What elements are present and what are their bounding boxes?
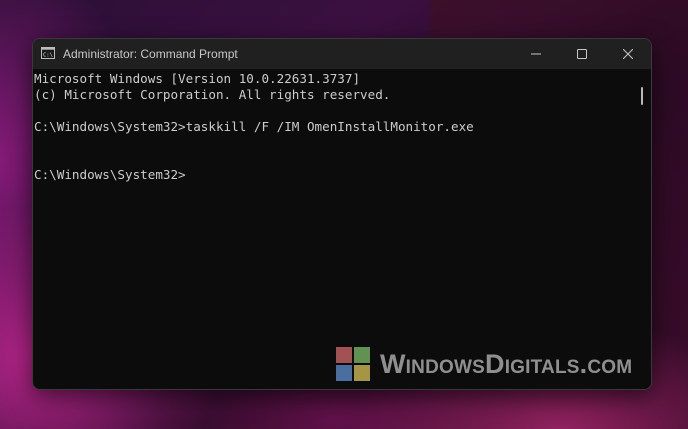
window-controls — [513, 39, 651, 69]
maximize-icon — [577, 49, 587, 59]
vertical-scrollbar[interactable] — [633, 69, 651, 389]
watermark-text: WindowsDigitals.com — [380, 348, 633, 379]
console-line: C:\Windows\System32>taskkill /F /IM Omen… — [34, 119, 474, 134]
minimize-button[interactable] — [513, 39, 559, 69]
console-prompt-line: C:\Windows\System32> — [34, 167, 186, 182]
console-output[interactable]: Microsoft Windows [Version 10.0.22631.37… — [33, 69, 633, 389]
minimize-icon — [531, 53, 541, 55]
close-icon — [623, 49, 633, 59]
command-prompt-icon: C:\ — [41, 47, 55, 59]
watermark: WindowsDigitals.com — [336, 345, 632, 383]
scrollbar-thumb[interactable] — [641, 87, 643, 105]
close-button[interactable] — [605, 39, 651, 69]
svg-text:C:\: C:\ — [43, 52, 53, 58]
console-line: Microsoft Windows [Version 10.0.22631.37… — [34, 71, 361, 86]
command-prompt-window[interactable]: C:\ Administrator: Command Prompt Micros… — [32, 38, 652, 390]
console-line: (c) Microsoft Corporation. All rights re… — [34, 87, 391, 102]
window-title: Administrator: Command Prompt — [63, 47, 238, 61]
windowsdigitals-logo-icon — [336, 347, 370, 381]
maximize-button[interactable] — [559, 39, 605, 69]
title-bar[interactable]: C:\ Administrator: Command Prompt — [33, 39, 651, 69]
